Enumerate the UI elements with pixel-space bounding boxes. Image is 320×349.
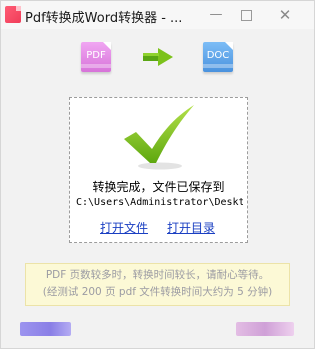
notice-box: PDF 页数较多时，转换时间较长，请耐心等待。 (经测试 200 页 pdf 文… <box>25 263 290 306</box>
doc-file-icon: DOC <box>203 42 233 72</box>
footer-left-blurred-bar <box>20 322 71 336</box>
window-title: Pdf转换成Word转换器 - ... <box>25 11 183 26</box>
notice-line-1: PDF 页数较多时，转换时间较长，请耐心等待。 <box>45 269 270 281</box>
app-window: Pdf转换成Word转换器 - ... — ✕ PDF DOC 转换完成，文件已… <box>0 0 315 349</box>
checkmark-icon <box>124 105 194 170</box>
maximize-button[interactable] <box>237 6 255 24</box>
page-fold-corner <box>103 42 111 50</box>
open-directory-link[interactable]: 打开目录 <box>167 219 215 236</box>
doc-icon-label: DOC <box>206 50 230 61</box>
icon-stripe <box>81 64 111 68</box>
right-arrow-icon <box>143 48 173 66</box>
conversion-status-text: 转换完成，文件已保存到 <box>92 180 225 194</box>
pdf-icon-label: PDF <box>86 50 106 61</box>
result-panel: 转换完成，文件已保存到 C:\Users\Administrator\Deskt… <box>69 97 248 243</box>
saved-path: C:\Users\Administrator\Desktop <box>76 197 243 208</box>
close-button[interactable]: ✕ <box>276 6 294 24</box>
open-file-link[interactable]: 打开文件 <box>100 219 148 236</box>
pdf-file-icon: PDF <box>81 42 111 72</box>
page-fold-corner <box>225 42 233 50</box>
maximize-icon <box>240 10 252 21</box>
minimize-button[interactable]: — <box>207 6 225 24</box>
title-bar[interactable]: Pdf转换成Word转换器 - ... — ✕ <box>1 1 314 29</box>
footer-right-blurred-bar <box>236 322 294 336</box>
icon-stripe <box>203 64 233 68</box>
notice-line-2: (经测试 200 页 pdf 文件转换时间大约为 5 分钟) <box>42 286 273 298</box>
app-logo-icon <box>5 6 21 23</box>
